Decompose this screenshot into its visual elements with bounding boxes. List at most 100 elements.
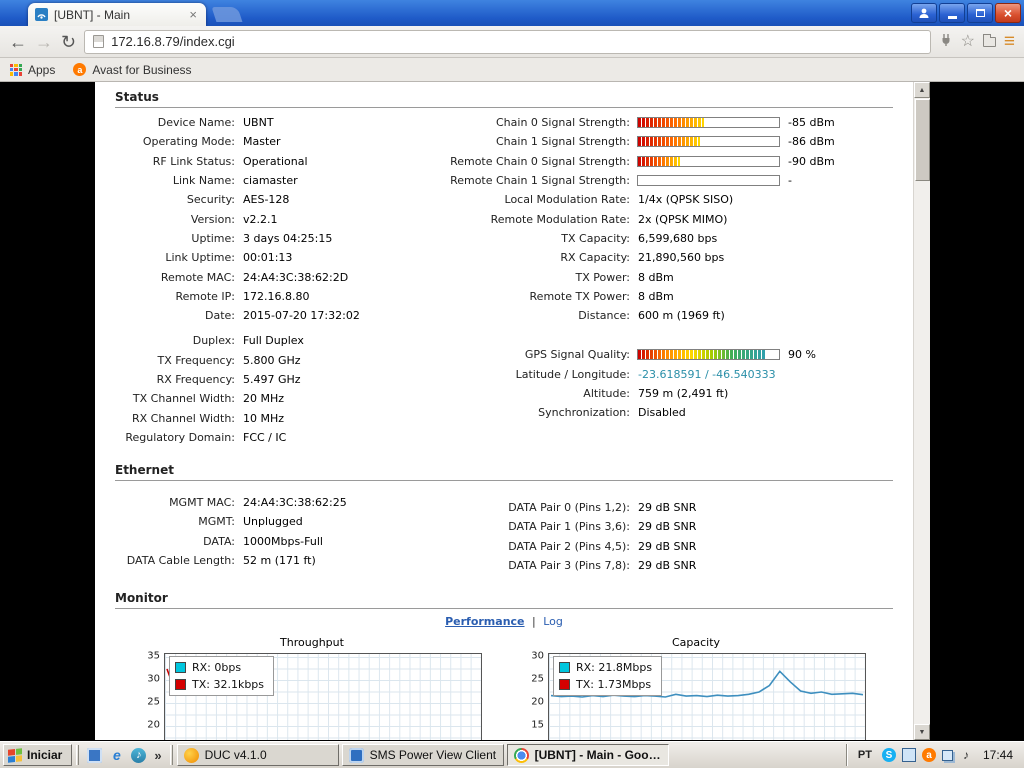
monitor-links: Performance | Log [115, 615, 893, 628]
taskbar-task-duc[interactable]: DUC v4.1.0 [177, 744, 339, 766]
taskbar-task-sms[interactable]: SMS Power View Client [342, 744, 504, 766]
log-link[interactable]: Log [543, 615, 563, 628]
tray-shield-icon[interactable]: a [922, 748, 936, 762]
field-label: Version: [115, 213, 235, 226]
tray-skype-icon[interactable]: S [882, 748, 896, 762]
legend-item: RX: 21.8Mbps [559, 661, 652, 674]
tray-display-icon[interactable] [902, 748, 916, 762]
scrollbar-down-arrow[interactable]: ▼ [914, 724, 930, 740]
page-icon [93, 35, 104, 48]
field-label: TX Power: [440, 271, 630, 284]
url-text[interactable]: 172.16.8.79/index.cgi [111, 34, 235, 49]
menu-icon[interactable]: ≡ [1004, 31, 1015, 53]
field-label: Operating Mode: [115, 135, 235, 148]
taskbar: Iniciar e ♪ » DUC v4.1.0SMS Power View Cl… [0, 741, 1024, 768]
internet-explorer-icon[interactable]: e [109, 748, 124, 763]
performance-link[interactable]: Performance [445, 615, 524, 628]
reload-button[interactable]: ↻ [61, 33, 76, 51]
start-button[interactable]: Iniciar [3, 744, 72, 766]
info-row: Security:AES-128 [115, 190, 440, 209]
tray-volume-icon[interactable]: ♪ [959, 748, 973, 762]
ethernet-left: MGMT MAC:24:A4:3C:38:62:25MGMT:Unplugged… [115, 493, 440, 575]
info-row: RF Link Status:Operational [115, 152, 440, 171]
page-scrollbar[interactable]: ▲ ▼ [913, 82, 930, 740]
info-row: Remote Modulation Rate:2x (QPSK MIMO) [440, 209, 893, 228]
field-value: 24:A4:3C:38:62:2D [243, 271, 348, 284]
info-row: RX Capacity:21,890,560 bps [440, 248, 893, 267]
field-label: Remote IP: [115, 290, 235, 303]
field-value: 172.16.8.80 [243, 290, 309, 303]
bookmark-star-icon[interactable]: ☆ [961, 34, 975, 50]
chart-plot-area: RX: 21.8MbpsTX: 1.73Mbps [548, 653, 866, 740]
info-row: Distance:600 m (1969 ft) [440, 306, 893, 325]
scrollbar-up-arrow[interactable]: ▲ [914, 82, 930, 98]
field-value: -85 dBm [788, 116, 835, 129]
field-value: AES-128 [243, 193, 289, 206]
language-indicator[interactable]: PT [855, 748, 875, 762]
section-divider [115, 480, 893, 481]
status-heading: Status [115, 90, 893, 104]
info-row: DATA Pair 0 (Pins 1,2):29 dB SNR [440, 498, 893, 517]
field-value: 8 dBm [638, 290, 674, 303]
info-row: DATA Pair 3 (Pins 7,8):29 dB SNR [440, 556, 893, 575]
field-value: 5.497 GHz [243, 373, 301, 386]
back-button[interactable]: ← [9, 33, 27, 51]
ethernet-section: Ethernet MGMT MAC:24:A4:3C:38:62:25MGMT:… [115, 463, 893, 575]
field-value: 20 MHz [243, 392, 284, 405]
field-value: 29 dB SNR [638, 540, 696, 553]
field-label: Remote MAC: [115, 271, 235, 284]
info-row: Remote TX Power:8 dBm [440, 287, 893, 306]
field-label: Remote Chain 1 Signal Strength: [440, 174, 630, 187]
field-value[interactable]: -23.618591 / -46.540333 [638, 368, 776, 381]
forward-button[interactable]: → [35, 33, 53, 51]
section-divider [115, 107, 893, 108]
legend-item: RX: 0bps [175, 661, 264, 674]
taskbar-task-chrome[interactable]: [UBNT] - Main - Googl... [507, 744, 669, 766]
signal-bar-fill [638, 350, 765, 359]
y-tick-label: 25 [531, 674, 544, 685]
tray-network-icon[interactable] [942, 750, 953, 761]
field-label: Distance: [440, 309, 630, 322]
browser-titlebar: [UBNT] - Main × × [0, 0, 1024, 26]
quick-launch-overflow[interactable]: » [154, 748, 161, 763]
browser-tab[interactable]: [UBNT] - Main × [28, 3, 206, 26]
media-player-icon[interactable]: ♪ [131, 748, 146, 763]
address-bar[interactable]: 172.16.8.79/index.cgi [84, 30, 930, 54]
tray-icons: Sa ♪ [882, 748, 973, 762]
field-label: Uptime: [115, 232, 235, 245]
scrollbar-thumb[interactable] [915, 99, 930, 181]
tab-close-icon[interactable]: × [187, 7, 199, 22]
field-label: Duplex: [115, 334, 235, 347]
extension-plug-icon[interactable] [939, 33, 953, 50]
info-row: Remote IP: 172.16.8.80 [115, 287, 440, 306]
field-label: RX Capacity: [440, 251, 630, 264]
signal-bar-fill [638, 118, 704, 127]
duc-icon [184, 748, 199, 763]
field-value: 1/4x (QPSK SISO) [638, 193, 733, 206]
field-value: 2x (QPSK MIMO) [638, 213, 727, 226]
status-right-info: Local Modulation Rate:1/4x (QPSK SISO)Re… [440, 190, 893, 325]
field-value: Unplugged [243, 515, 303, 528]
profile-avatar-button[interactable] [911, 3, 937, 23]
info-row: GPS Signal Quality:90 % [440, 345, 893, 364]
field-value: ciamaster [243, 174, 298, 187]
taskbar-grip [170, 745, 173, 765]
bookmark-avast[interactable]: a Avast for Business [73, 63, 191, 77]
info-row: Date:2015-07-20 17:32:02 [115, 306, 440, 325]
show-desktop-icon[interactable] [87, 748, 102, 763]
field-label: RX Channel Width: [115, 412, 235, 425]
restore-button[interactable] [967, 3, 993, 23]
new-tab-button[interactable] [212, 7, 243, 22]
bookmark-apps[interactable]: Apps [10, 63, 55, 77]
minimize-button[interactable] [939, 3, 965, 23]
legend-label: TX: 32.1kbps [192, 678, 264, 691]
bookmarks-folder-icon[interactable] [983, 37, 996, 47]
task-buttons: DUC v4.1.0SMS Power View Client[UBNT] - … [177, 744, 669, 766]
info-row: DATA:1000Mbps-Full [115, 532, 440, 551]
info-row: Local Modulation Rate:1/4x (QPSK SISO) [440, 190, 893, 209]
close-button[interactable]: × [995, 3, 1021, 23]
chart-title: Capacity [526, 636, 866, 649]
field-label: DATA: [115, 535, 235, 548]
signal-bar [637, 349, 780, 360]
status-left-bottom: Duplex:Full DuplexTX Frequency:5.800 GHz… [115, 331, 440, 447]
